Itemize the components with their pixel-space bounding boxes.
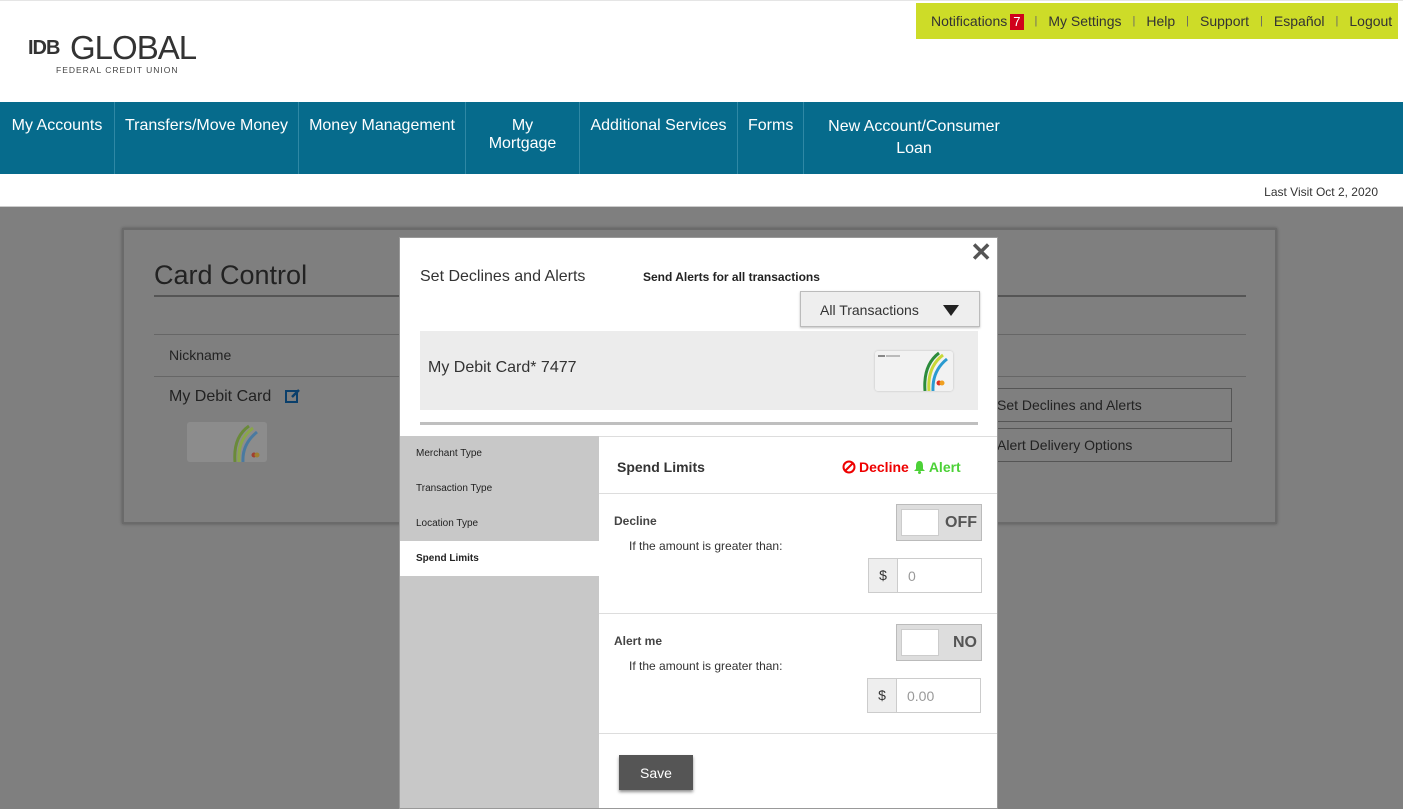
declines-alerts-modal: ✕ Set Declines and Alerts Send Alerts fo…: [399, 237, 998, 809]
save-button[interactable]: Save: [619, 755, 693, 790]
transactions-select[interactable]: All Transactions: [800, 291, 980, 327]
separator: |: [1186, 15, 1190, 27]
alert-label: Alert me: [614, 634, 663, 648]
card-graphic-icon: [875, 351, 953, 391]
nav-transfers[interactable]: Transfers/Move Money: [115, 102, 299, 174]
decline-condition: If the amount is greater than:: [629, 539, 783, 553]
espanol-link[interactable]: Español: [1274, 13, 1325, 29]
notification-count-badge: 7: [1010, 13, 1024, 30]
legend-alert: Alert: [913, 459, 961, 475]
utility-bar: Notifications 7 | My Settings | Help | Su…: [916, 3, 1398, 39]
set-declines-button[interactable]: Set Declines and Alerts: [972, 388, 1232, 422]
card-summary: My Debit Card* 7477: [420, 331, 978, 410]
nav-my-accounts[interactable]: My Accounts: [0, 102, 115, 174]
modal-title: Set Declines and Alerts: [420, 268, 586, 285]
bell-icon: [913, 461, 925, 474]
separator: |: [1260, 15, 1263, 27]
nav-additional-services[interactable]: Additional Services: [580, 102, 738, 174]
section-header: Spend Limits Decline Alert: [599, 437, 997, 494]
alert-toggle[interactable]: NO: [896, 624, 982, 661]
decline-amount-field: $: [868, 558, 982, 593]
alert-amount-field: $: [867, 678, 981, 713]
card-image: [875, 351, 953, 391]
logo-idb: IDB: [28, 37, 60, 59]
last-visit-bar: Last Visit Oct 2, 2020: [0, 174, 1403, 207]
header: IDB GLOBAL FEDERAL CREDIT UNION Notifica…: [0, 0, 1403, 102]
currency-symbol: $: [869, 559, 898, 592]
separator: |: [1132, 15, 1136, 27]
support-link[interactable]: Support: [1200, 13, 1249, 29]
card-name: My Debit Card* 7477: [428, 359, 577, 376]
card-thumbnail: [187, 422, 267, 462]
sidebar-item-transaction-type[interactable]: Transaction Type: [400, 471, 599, 506]
sidebar-item-merchant-type[interactable]: Merchant Type: [400, 436, 599, 471]
separator: |: [1335, 15, 1339, 27]
alert-condition: If the amount is greater than:: [629, 659, 783, 673]
close-icon[interactable]: ✕: [970, 239, 992, 265]
nav-forms[interactable]: Forms: [738, 102, 804, 174]
last-visit-text: Last Visit Oct 2, 2020: [1264, 185, 1378, 199]
my-settings-link[interactable]: My Settings: [1048, 13, 1121, 29]
select-value: All Transactions: [820, 302, 919, 318]
legend: Decline Alert: [842, 459, 961, 475]
card-nickname: My Debit Card: [169, 388, 272, 405]
spend-limits-content: Spend Limits Decline Alert Decline If th…: [599, 436, 997, 808]
page-title: Card Control: [154, 260, 308, 290]
category-sidebar: Merchant Type Transaction Type Location …: [400, 436, 599, 808]
section-title: Spend Limits: [617, 459, 705, 475]
triangle-down-icon: [943, 305, 959, 316]
nav-money-management[interactable]: Money Management: [299, 102, 466, 174]
alert-delivery-button[interactable]: Alert Delivery Options: [972, 428, 1232, 462]
sidebar-item-location-type[interactable]: Location Type: [400, 506, 599, 541]
main-nav: My Accounts Transfers/Move Money Money M…: [0, 102, 1403, 174]
logout-link[interactable]: Logout: [1349, 13, 1392, 29]
decline-toggle[interactable]: OFF: [896, 504, 982, 541]
separator: |: [1034, 15, 1038, 27]
toggle-state: OFF: [945, 514, 977, 531]
decline-label: Decline: [614, 514, 657, 528]
decline-block: Decline If the amount is greater than: O…: [599, 494, 997, 614]
alert-amount-input[interactable]: [898, 679, 980, 712]
card-graphic-icon: [187, 422, 267, 462]
legend-decline: Decline: [842, 459, 909, 475]
alert-block: Alert me If the amount is greater than: …: [599, 614, 997, 734]
toggle-knob: [901, 509, 939, 536]
toggle-state: NO: [953, 634, 977, 651]
idb-global-logo[interactable]: IDB GLOBAL FEDERAL CREDIT UNION: [28, 29, 208, 79]
send-alerts-label: Send Alerts for all transactions: [643, 270, 820, 284]
help-link[interactable]: Help: [1146, 13, 1175, 29]
horizontal-scrollbar[interactable]: [420, 422, 978, 425]
currency-symbol: $: [868, 679, 897, 712]
nickname-header: Nickname: [169, 347, 232, 363]
decline-amount-input[interactable]: [899, 559, 981, 592]
notifications-link[interactable]: Notifications 7: [931, 13, 1024, 30]
sidebar-item-spend-limits[interactable]: Spend Limits: [400, 541, 599, 576]
ban-icon: [842, 460, 856, 474]
toggle-knob: [901, 629, 939, 656]
logo-subtitle: FEDERAL CREDIT UNION: [56, 65, 179, 75]
logo-global: GLOBAL: [70, 29, 197, 66]
nav-my-mortgage[interactable]: My Mortgage: [466, 102, 580, 174]
edit-icon[interactable]: [284, 387, 302, 405]
nav-new-account[interactable]: New Account/Consumer Loan: [804, 102, 1024, 174]
